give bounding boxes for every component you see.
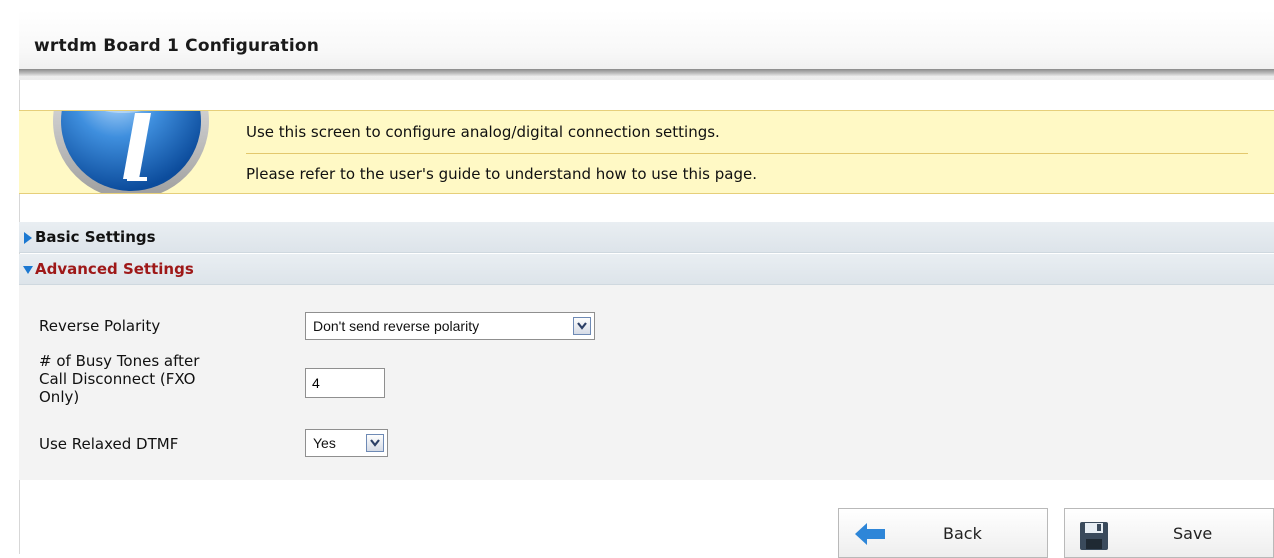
page-title: wrtdm Board 1 Configuration	[34, 36, 320, 56]
collapse-arrow-icon	[23, 266, 33, 274]
relaxed-dtmf-select[interactable]: Yes	[305, 429, 388, 457]
reverse-polarity-value: Don't send reverse polarity	[313, 318, 480, 334]
busy-tones-label-line2: Call Disconnect (FXO	[39, 370, 196, 388]
info-text-line1: Use this screen to configure analog/digi…	[246, 123, 720, 141]
advanced-settings-label: Advanced Settings	[35, 260, 194, 278]
advanced-settings-panel	[19, 285, 1274, 480]
title-divider	[19, 69, 1274, 76]
busy-tones-label: # of Busy Tones after Call Disconnect (F…	[39, 352, 199, 406]
save-button-label: Save	[1173, 524, 1213, 543]
info-box: Use this screen to configure analog/digi…	[19, 110, 1274, 194]
info-divider	[246, 153, 1248, 154]
reverse-polarity-label: Reverse Polarity	[39, 317, 161, 335]
dropdown-arrow-icon[interactable]	[573, 317, 591, 335]
floppy-disk-icon	[1080, 522, 1108, 550]
save-button[interactable]: Save	[1064, 508, 1274, 558]
advanced-settings-header[interactable]: Advanced Settings	[19, 254, 1274, 285]
info-text-line2: Please refer to the user's guide to unde…	[246, 165, 757, 183]
basic-settings-label: Basic Settings	[35, 228, 156, 246]
busy-tones-label-line1: # of Busy Tones after	[39, 352, 200, 370]
relaxed-dtmf-label: Use Relaxed DTMF	[39, 435, 179, 453]
expand-arrow-icon	[24, 232, 32, 244]
back-button-label: Back	[943, 524, 982, 543]
reverse-polarity-select[interactable]: Don't send reverse polarity	[305, 312, 595, 340]
basic-settings-header[interactable]: Basic Settings	[19, 222, 1274, 253]
back-button[interactable]: Back	[838, 508, 1048, 558]
back-arrow-icon	[855, 523, 885, 545]
busy-tones-input[interactable]	[305, 368, 385, 398]
relaxed-dtmf-value: Yes	[313, 435, 336, 451]
info-icon	[53, 111, 209, 193]
busy-tones-label-line3: Only)	[39, 388, 80, 406]
dropdown-arrow-icon[interactable]	[366, 434, 384, 452]
